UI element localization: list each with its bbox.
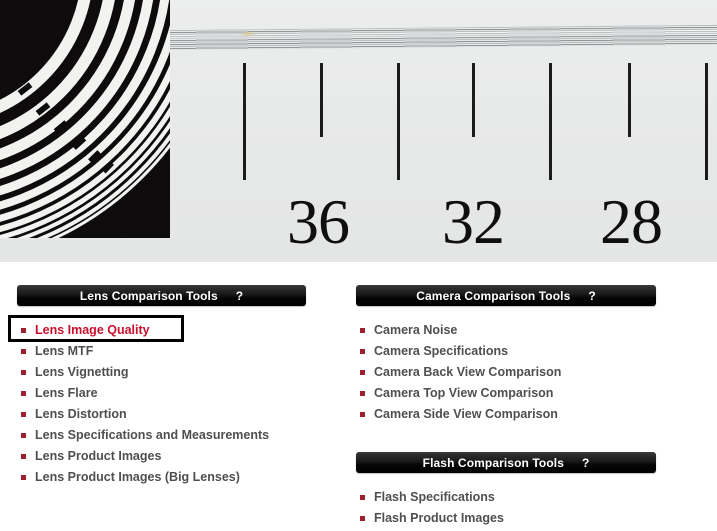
menu-list-camera: Camera Noise Camera Specifications Camer… [356,320,656,425]
bullet-icon [21,349,26,354]
panel-header-flash[interactable]: Flash Comparison Tools ? [356,452,656,473]
bullet-icon [360,391,365,396]
menu-item-flash-specifications[interactable]: Flash Specifications [356,487,656,508]
ruler-tick-long [397,63,400,180]
menu-item-label: Flash Product Images [374,511,504,525]
stripe-glint [239,31,256,37]
help-icon[interactable]: ? [582,456,589,470]
bullet-icon [21,433,26,438]
panel-flash-comparison-tools: Flash Comparison Tools ? Flash Specifica… [356,452,656,529]
menu-list-flash: Flash Specifications Flash Product Image… [356,487,656,529]
bullet-icon [21,412,26,417]
ruler-number: 36 [287,186,350,257]
menu-list-lens: Lens Image Quality Lens MTF Lens Vignett… [17,320,306,488]
menu-item-label: Camera Side View Comparison [374,407,558,421]
menu-item-lens-specifications-and-measurements[interactable]: Lens Specifications and Measurements [17,425,306,446]
panel-header-camera[interactable]: Camera Comparison Tools ? [356,285,656,306]
ruler-tick-short [320,63,323,137]
menu-item-label: Camera Top View Comparison [374,386,554,400]
bullet-icon [360,349,365,354]
menu-item-label: Lens Product Images (Big Lenses) [35,470,240,484]
menu-item-label: Camera Noise [374,323,458,337]
help-icon[interactable]: ? [588,289,595,303]
menu-item-label: Lens MTF [35,344,94,358]
panel-title-camera: Camera Comparison Tools [416,288,571,303]
bullet-icon [360,516,365,521]
panel-header-lens[interactable]: Lens Comparison Tools ? [17,285,306,306]
panel-camera-comparison-tools: Camera Comparison Tools ? Camera Noise C… [356,285,656,425]
panel-title-flash: Flash Comparison Tools [422,455,564,470]
menu-item-label: Lens Vignetting [35,365,129,379]
menu-item-label: Lens Distortion [35,407,127,421]
menu-item-label: Lens Flare [35,386,98,400]
menu-item-label: Camera Specifications [374,344,509,358]
bullet-icon [21,475,26,480]
bullet-icon [360,412,365,417]
menu-item-lens-distortion[interactable]: Lens Distortion [17,404,306,425]
menu-item-label: Lens Product Images [35,449,162,463]
help-icon[interactable]: ? [236,289,243,303]
ruler-tick-long [705,63,708,180]
bullet-icon [21,370,26,375]
ruler-number: 32 [442,186,505,257]
menu-item-camera-top-view-comparison[interactable]: Camera Top View Comparison [356,383,656,404]
menu-item-camera-side-view-comparison[interactable]: Camera Side View Comparison [356,404,656,425]
menu-item-camera-back-view-comparison[interactable]: Camera Back View Comparison [356,362,656,383]
menu-item-lens-flare[interactable]: Lens Flare [17,383,306,404]
menu-item-flash-product-images[interactable]: Flash Product Images [356,508,656,529]
bullet-icon [21,328,26,333]
page-root: 36 32 28 Lens Comparison Tools ? Lens Im… [0,0,717,531]
ruler-tick-long [243,63,246,180]
menu-item-label: Camera Back View Comparison [374,365,562,379]
panel-title-lens: Lens Comparison Tools [79,288,218,303]
menu-item-camera-noise[interactable]: Camera Noise [356,320,656,341]
ruler-tick-short [628,63,631,137]
bullet-icon [21,391,26,396]
menu-item-lens-vignetting[interactable]: Lens Vignetting [17,362,306,383]
panel-lens-comparison-tools: Lens Comparison Tools ? Lens Image Quali… [17,285,306,488]
ruler-number: 28 [600,186,663,257]
menu-item-lens-product-images[interactable]: Lens Product Images [17,446,306,467]
menu-item-label: Flash Specifications [374,490,495,504]
menu-item-label: Lens Image Quality [35,323,150,337]
bullet-icon [360,495,365,500]
lens-test-chart-image: 36 32 28 [0,0,717,262]
bullet-icon [21,454,26,459]
bullet-icon [360,328,365,333]
menu-item-camera-specifications[interactable]: Camera Specifications [356,341,656,362]
menu-item-lens-mtf[interactable]: Lens MTF [17,341,306,362]
menu-item-lens-product-images-big-lenses[interactable]: Lens Product Images (Big Lenses) [17,467,306,488]
concentric-arc-target [0,0,170,238]
bullet-icon [360,370,365,375]
ruler-tick-short [472,63,475,137]
ruler-tick-long [549,63,552,180]
menu-item-label: Lens Specifications and Measurements [35,428,270,442]
menu-item-lens-image-quality[interactable]: Lens Image Quality [17,320,306,341]
